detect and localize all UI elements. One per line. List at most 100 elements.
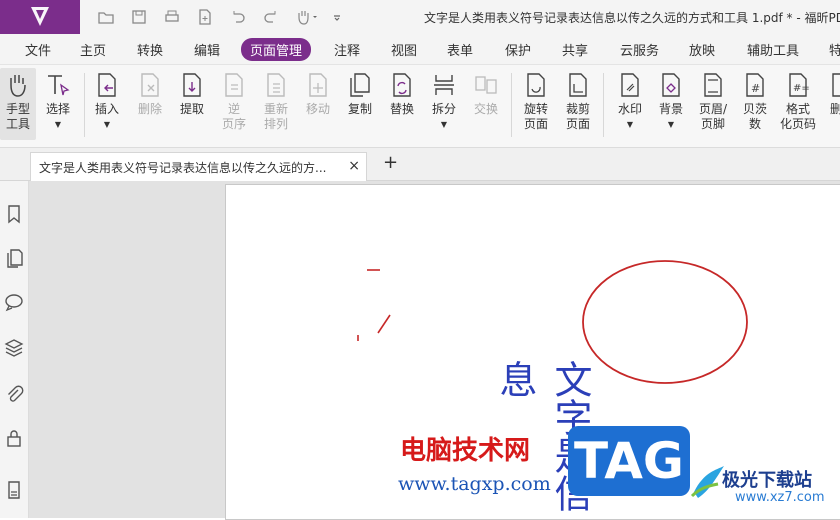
menu-form[interactable]: 表单 xyxy=(447,40,473,59)
rotate-page-button[interactable]: 旋转 页面 xyxy=(514,68,558,132)
save-icon[interactable] xyxy=(130,8,148,26)
background-caret-icon: ▼ xyxy=(667,120,675,129)
document-properties-icon[interactable] xyxy=(3,479,25,501)
undo-icon[interactable] xyxy=(229,8,247,26)
move-button[interactable]: 移动 xyxy=(296,68,340,117)
swap-icon xyxy=(464,68,508,102)
menu-share[interactable]: 共享 xyxy=(562,40,588,59)
extract-page-icon xyxy=(170,68,214,102)
overflow-icon xyxy=(830,68,840,102)
background-label: 背景 xyxy=(658,102,683,116)
split-button[interactable]: 拆分 ▼ xyxy=(422,68,466,132)
format-page-number-label: 格式 化页码 xyxy=(779,102,816,131)
watermark-site-url: www.xz7.com xyxy=(735,490,825,505)
new-tab-button[interactable]: + xyxy=(383,152,398,173)
new-icon[interactable] xyxy=(196,8,214,26)
watermark-cn-text: 电脑技术网 xyxy=(400,436,531,466)
format-page-number-button[interactable]: #= 格式 化页码 xyxy=(776,68,820,132)
rotate-page-label: 旋转 页面 xyxy=(523,102,548,131)
hand-tool-button[interactable]: 手型 工具 xyxy=(0,68,36,140)
watermark-button[interactable]: 水印 ▼ xyxy=(608,68,652,132)
reverse-button[interactable]: 逆 页序 xyxy=(212,68,256,132)
tag-logo: TAG xyxy=(568,426,690,496)
delete-button[interactable]: 删除 xyxy=(128,68,172,117)
menu-home[interactable]: 主页 xyxy=(80,40,106,59)
insert-page-icon xyxy=(85,68,129,102)
format-page-number-icon: #= xyxy=(776,68,820,102)
watermark-site-name: 极光下载站 xyxy=(722,470,812,491)
left-sidebar xyxy=(0,181,29,518)
menu-comment[interactable]: 注释 xyxy=(334,40,360,59)
layers-icon[interactable] xyxy=(3,337,25,359)
menu-cloud[interactable]: 云服务 xyxy=(620,40,659,59)
menu-more[interactable]: 特 xyxy=(829,40,840,59)
document-tab[interactable]: 文字是人类用表义符号记录表达信息以传之久远的方... × xyxy=(30,152,367,181)
divider xyxy=(603,73,604,137)
insert-button[interactable]: 插入 ▼ xyxy=(85,68,129,132)
attachment-icon[interactable] xyxy=(3,383,25,405)
select-button[interactable]: 选择 ▼ xyxy=(36,68,80,132)
hand-dropdown-icon[interactable] xyxy=(295,8,321,26)
foxit-logo-icon xyxy=(31,7,49,26)
reverse-label: 逆 页序 xyxy=(221,102,246,131)
ribbon: 手型 工具 选择 ▼ 插入 ▼ 删除 提取 逆 页序 重新 排列 移动 复制 替… xyxy=(0,65,840,148)
menu-bar: 文件 主页 转换 编辑 页面管理 注释 视图 表单 保护 共享 云服务 放映 辅… xyxy=(0,34,840,65)
select-text-icon xyxy=(36,68,80,102)
svg-text:#=: #= xyxy=(793,83,810,94)
rotate-page-icon xyxy=(514,68,558,102)
comments-icon[interactable] xyxy=(3,291,25,313)
extract-label: 提取 xyxy=(179,102,204,116)
menu-view[interactable]: 视图 xyxy=(391,40,417,59)
copy-label: 复制 xyxy=(347,102,372,116)
header-footer-button[interactable]: 页眉/ 页脚 xyxy=(691,68,735,132)
watermark-url-text: www.tagxp.com xyxy=(398,473,551,495)
menu-slideshow[interactable]: 放映 xyxy=(689,40,715,59)
header-footer-label: 页眉/ 页脚 xyxy=(698,102,728,131)
pages-icon[interactable] xyxy=(3,247,25,269)
bookmark-icon[interactable] xyxy=(3,203,25,225)
menu-file[interactable]: 文件 xyxy=(25,40,51,59)
insert-caret-icon: ▼ xyxy=(103,120,111,129)
divider xyxy=(511,73,512,137)
crop-page-button[interactable]: 裁剪 页面 xyxy=(556,68,600,132)
select-caret-icon: ▼ xyxy=(54,120,62,129)
menu-edit[interactable]: 编辑 xyxy=(194,40,220,59)
hand-tool-label: 手型 工具 xyxy=(5,102,30,131)
reorder-label: 重新 排列 xyxy=(263,102,288,131)
red-ellipse-annotation xyxy=(582,260,748,384)
menu-page-management[interactable]: 页面管理 xyxy=(241,38,312,61)
security-lock-icon[interactable] xyxy=(3,427,25,449)
menu-protect[interactable]: 保护 xyxy=(505,40,531,59)
swap-button[interactable]: 交换 xyxy=(464,68,508,117)
move-page-icon xyxy=(296,68,340,102)
reorder-button[interactable]: 重新 排列 xyxy=(254,68,298,132)
copy-page-icon xyxy=(338,68,382,102)
open-icon[interactable] xyxy=(97,8,115,26)
reorder-icon xyxy=(254,68,298,102)
replace-label: 替换 xyxy=(389,102,414,116)
background-icon xyxy=(649,68,693,102)
menu-convert[interactable]: 转换 xyxy=(137,40,163,59)
document-tab-label: 文字是人类用表义符号记录表达信息以传之久远的方... xyxy=(39,161,327,175)
red-stroke xyxy=(377,314,391,334)
crop-page-label: 裁剪 页面 xyxy=(565,102,590,131)
bates-button[interactable]: # 贝茨 数 xyxy=(733,68,777,132)
delete-page-icon xyxy=(128,68,172,102)
overflow-button[interactable]: 删 xyxy=(830,68,840,117)
copy-button[interactable]: 复制 xyxy=(338,68,382,117)
print-icon[interactable] xyxy=(163,8,181,26)
hand-icon xyxy=(0,68,36,102)
app-logo[interactable] xyxy=(0,0,80,34)
window-title: 文字是人类用表义符号记录表达信息以传之久远的方式和工具 1.pdf * - 福昕… xyxy=(424,11,840,25)
extract-button[interactable]: 提取 xyxy=(170,68,214,117)
replace-button[interactable]: 替换 xyxy=(380,68,424,117)
split-icon xyxy=(422,68,466,102)
select-label: 选择 xyxy=(45,102,70,116)
customize-icon[interactable] xyxy=(331,8,343,26)
menu-accessibility[interactable]: 辅助工具 xyxy=(747,40,799,59)
close-tab-icon[interactable]: × xyxy=(348,158,360,174)
delete-label: 删除 xyxy=(137,102,162,116)
redo-icon[interactable] xyxy=(262,8,280,26)
overflow-label: 删 xyxy=(830,102,840,116)
background-button[interactable]: 背景 ▼ xyxy=(649,68,693,132)
